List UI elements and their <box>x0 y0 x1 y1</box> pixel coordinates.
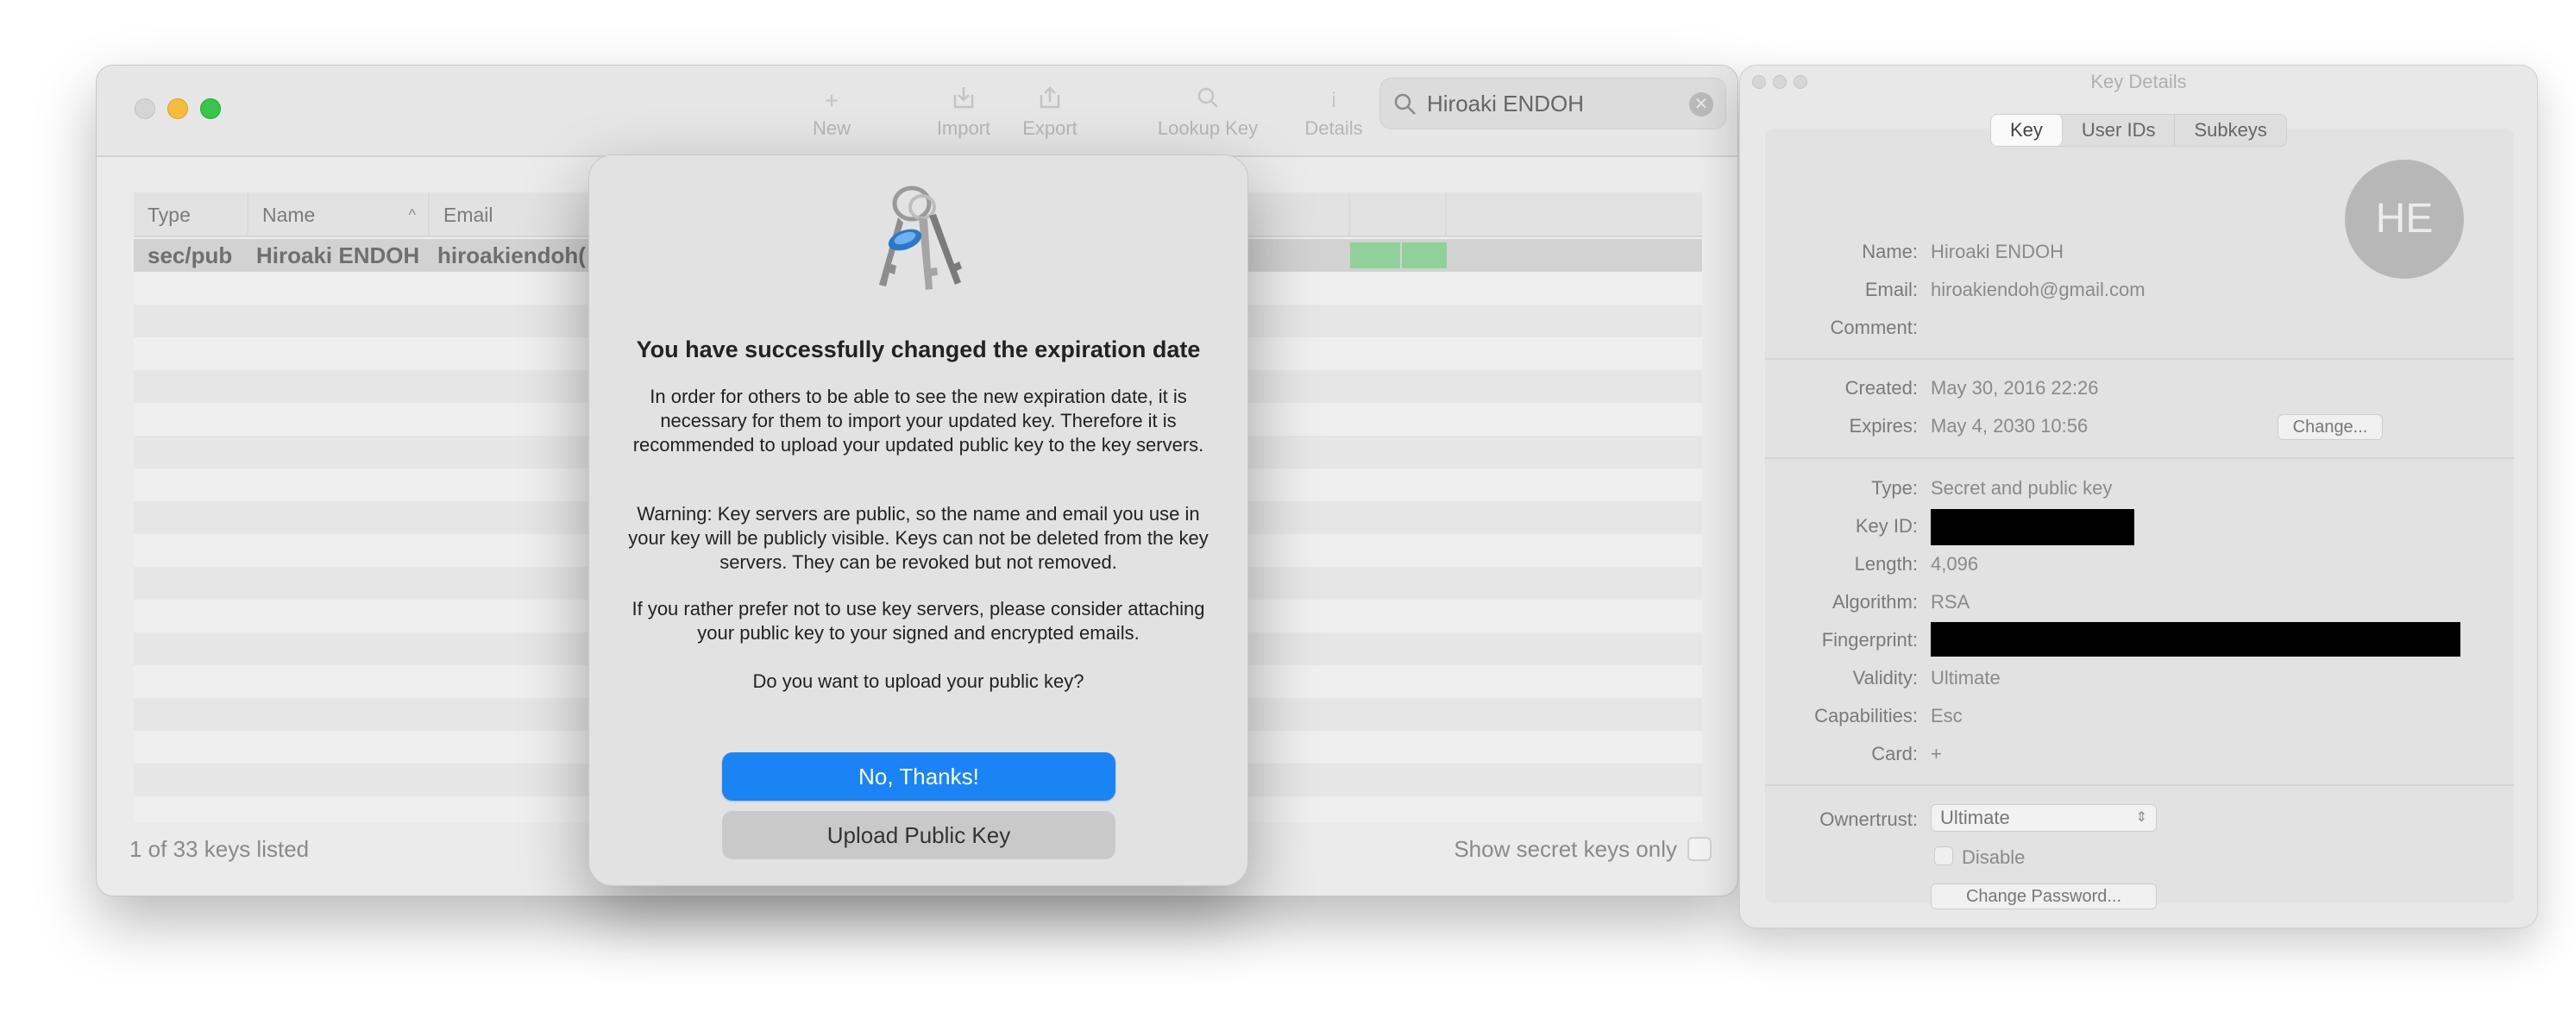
secret-keys-only-label: Show secret keys only <box>1454 836 1677 862</box>
row-email: hiroakiendoh( <box>437 242 586 268</box>
column-divider <box>1445 192 1447 237</box>
details-tab-control[interactable]: Key User IDs Subkeys <box>1990 114 2287 147</box>
sort-ascending-icon: ^ <box>408 206 416 223</box>
column-divider <box>1348 192 1350 237</box>
tab-user-ids[interactable]: User IDs <box>2063 115 2176 146</box>
algorithm-value: RSA <box>1931 591 1970 613</box>
card-label: Card: <box>1871 743 1918 764</box>
fingerprint-label: Fingerprint: <box>1821 629 1918 651</box>
keychain-icon <box>879 186 962 290</box>
secret-keys-only-checkbox[interactable] <box>1687 837 1712 861</box>
import-button[interactable]: Import <box>920 85 1007 145</box>
new-key-button[interactable]: + New <box>797 85 866 145</box>
key-details-window: Key Details Name: Hiroaki ENDOH Email: h… <box>1739 65 2538 928</box>
capabilities-label: Capabilities: <box>1814 705 1918 726</box>
minimize-window-button[interactable] <box>167 98 188 119</box>
keys-count-label: 1 of 33 keys listed <box>129 836 310 862</box>
validity-value: Ultimate <box>1931 667 2001 689</box>
expires-value: May 4, 2030 10:56 <box>1931 415 2089 437</box>
separator <box>1765 457 2514 459</box>
lookup-key-button[interactable]: Lookup Key <box>1147 85 1268 145</box>
length-label: Length: <box>1854 553 1918 575</box>
card-value: + <box>1931 743 1942 764</box>
zoom-window-button[interactable] <box>200 98 221 119</box>
up-down-chevron-icon: ⇕ <box>2135 810 2147 825</box>
validity-bar-segment <box>1402 242 1447 268</box>
import-icon <box>920 85 1007 117</box>
tab-subkeys[interactable]: Subkeys <box>2175 115 2285 146</box>
key-id-redacted <box>1931 509 2134 545</box>
validity-bar-segment <box>1350 242 1400 268</box>
clear-search-icon[interactable]: ✕ <box>1689 92 1713 116</box>
dialog-question: Do you want to upload your public key? <box>752 670 1084 692</box>
separator <box>1765 358 2514 360</box>
change-password-button[interactable]: Change Password... <box>1931 884 2157 909</box>
fingerprint-redacted <box>1931 622 2460 657</box>
avatar: HE <box>2345 160 2464 279</box>
tab-key[interactable]: Key <box>1991 115 2063 146</box>
details-button[interactable]: i Details <box>1291 85 1377 145</box>
name-value: Hiroaki ENDOH <box>1931 241 2064 262</box>
validity-label: Validity: <box>1852 667 1918 689</box>
upload-public-key-button[interactable]: Upload Public Key <box>722 811 1115 859</box>
close-window-button[interactable] <box>135 98 155 119</box>
ownertrust-select[interactable]: Ultimate ⇕ <box>1931 804 2157 832</box>
column-header-name[interactable]: Name ^ <box>248 192 430 237</box>
search-field[interactable]: Hiroaki ENDOH ✕ <box>1379 78 1726 129</box>
email-label: Email: <box>1864 279 1918 300</box>
name-label: Name: <box>1862 241 1918 262</box>
search-icon <box>1394 93 1416 115</box>
column-header-type[interactable]: Type <box>134 192 248 237</box>
email-value: hiroakiendoh@gmail.com <box>1931 279 2146 300</box>
created-value: May 30, 2016 22:26 <box>1931 377 2099 399</box>
row-name: Hiroaki ENDOH <box>256 242 420 268</box>
magnifier-icon <box>1147 85 1268 117</box>
window-title: Key Details <box>2090 71 2187 92</box>
type-value: Secret and public key <box>1931 477 2113 499</box>
disable-label: Disable <box>1962 846 2026 868</box>
export-icon <box>1007 85 1093 117</box>
search-value: Hiroaki ENDOH <box>1427 91 1585 116</box>
no-thanks-button[interactable]: No, Thanks! <box>722 752 1115 801</box>
toolbar: + New Import Export Lookup Key i Details <box>97 66 1737 157</box>
disable-checkbox[interactable] <box>1934 846 1953 865</box>
key-id-label: Key ID: <box>1855 515 1918 537</box>
row-type: sec/pub <box>148 242 233 268</box>
dialog-title: You have successfully changed the expira… <box>636 336 1201 362</box>
comment-label: Comment: <box>1830 317 1918 338</box>
separator <box>1765 784 2514 786</box>
expires-label: Expires: <box>1849 415 1918 437</box>
created-label: Created: <box>1844 377 1918 399</box>
algorithm-label: Algorithm: <box>1831 591 1918 613</box>
dialog-paragraph: If you rather prefer not to use key serv… <box>631 598 1205 644</box>
dialog-warning: Warning: Key servers are public, so the … <box>628 503 1209 573</box>
ownertrust-value: Ultimate <box>1940 807 2010 828</box>
info-icon: i <box>1331 89 1336 112</box>
capabilities-value: Esc <box>1931 705 1963 726</box>
change-expiration-button[interactable]: Change... <box>2278 414 2383 440</box>
upload-key-dialog: You have successfully changed the expira… <box>588 154 1248 886</box>
export-button[interactable]: Export <box>1007 85 1093 145</box>
plus-icon: + <box>824 87 839 114</box>
ownertrust-label: Ownertrust: <box>1819 808 1918 830</box>
column-header-name-label: Name <box>262 204 316 226</box>
length-value: 4,096 <box>1931 553 1979 575</box>
type-label: Type: <box>1871 477 1918 499</box>
dialog-paragraph: In order for others to be able to see th… <box>632 386 1204 456</box>
